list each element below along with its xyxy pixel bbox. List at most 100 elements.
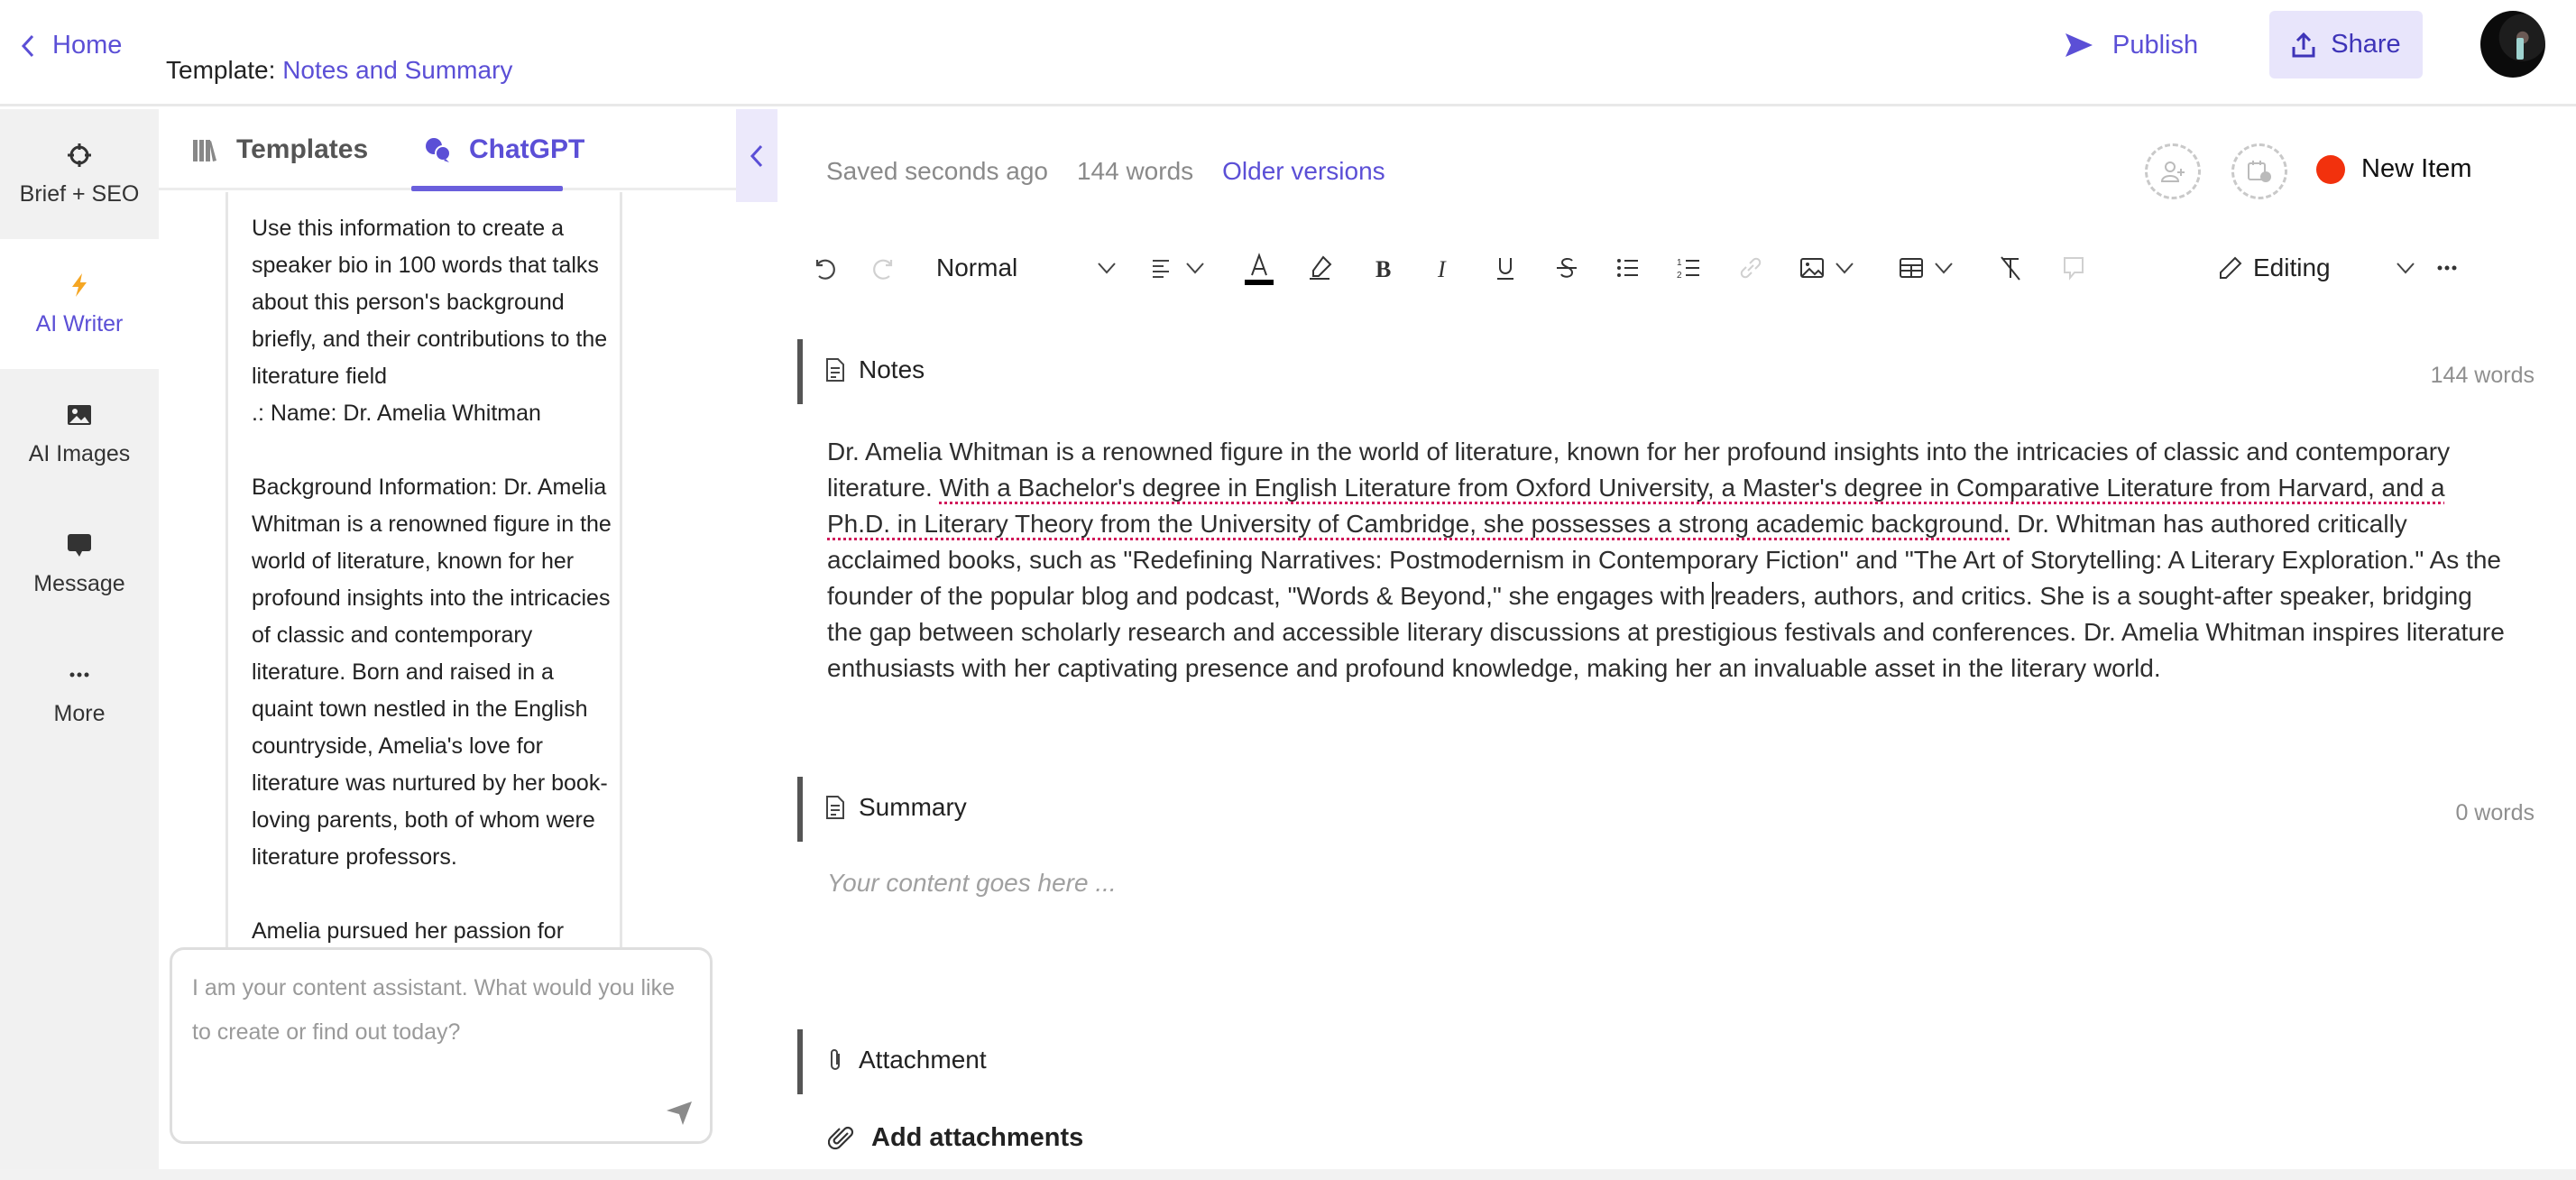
highlight-button[interactable] <box>1306 250 1333 286</box>
clear-format-icon <box>2001 256 2020 281</box>
chevron-down-icon <box>2397 263 2415 274</box>
lightning-icon <box>72 272 87 297</box>
add-attachments-label: Add attachments <box>871 1123 1084 1152</box>
attachment-title-label: Attachment <box>859 1046 987 1074</box>
chevron-down-icon <box>1186 263 1204 274</box>
clear-formatting-button[interactable] <box>1997 250 2024 286</box>
summary-title-label: Summary <box>859 793 967 821</box>
svg-text:2: 2 <box>1677 271 1682 281</box>
comment-icon <box>2064 257 2084 281</box>
editor: Saved seconds ago 144 words Older versio… <box>777 109 2576 1180</box>
template-name-link[interactable]: Notes and Summary <box>282 56 512 84</box>
publish-button[interactable]: Publish <box>2064 27 2198 63</box>
redo-icon <box>873 259 893 280</box>
item-status[interactable]: New Item <box>2316 154 2471 184</box>
message-icon <box>68 533 91 557</box>
align-button[interactable] <box>1149 250 1205 286</box>
upload-icon <box>2292 32 2315 57</box>
left-sidebar: Brief + SEO AI Writer AI Images Message … <box>0 109 159 1180</box>
publish-label: Publish <box>2112 30 2199 60</box>
notes-word-count: 144 words <box>2430 363 2535 388</box>
tab-chatgpt[interactable]: ChatGPT <box>424 134 584 165</box>
summary-word-count: 0 words <box>2455 800 2535 825</box>
sidebar-item-ai-images[interactable]: AI Images <box>0 369 159 499</box>
assign-user-button[interactable] <box>2145 143 2201 199</box>
send-icon[interactable] <box>665 1100 694 1127</box>
comment-button[interactable] <box>2060 250 2087 286</box>
svg-text:I: I <box>1437 256 1447 281</box>
chevron-left-icon <box>21 34 34 57</box>
saved-status: Saved seconds ago <box>826 157 1048 185</box>
text-style-select[interactable]: Normal <box>936 250 1117 286</box>
bullet-list-icon <box>1617 259 1638 277</box>
underline-button[interactable] <box>1492 250 1519 286</box>
share-button[interactable]: Share <box>2269 11 2423 78</box>
chevron-down-icon <box>1835 263 1854 274</box>
image-icon <box>1800 258 1824 278</box>
user-avatar[interactable] <box>2480 11 2545 78</box>
bold-icon: B <box>1375 256 1391 281</box>
send-icon <box>2065 33 2093 57</box>
bold-button[interactable]: B <box>1369 250 1396 286</box>
status-dot <box>2316 154 2345 184</box>
undo-button[interactable] <box>810 250 837 286</box>
word-count: 144 words <box>1076 157 1194 185</box>
more-icon <box>69 672 89 677</box>
bullet-list-button[interactable] <box>1615 250 1642 286</box>
add-user-icon <box>2160 161 2185 182</box>
summary-content[interactable]: Your content goes here ... <box>827 869 1117 898</box>
link-button[interactable] <box>1737 250 1764 286</box>
notes-title-label: Notes <box>859 355 925 383</box>
numbered-list-button[interactable]: 12 <box>1676 250 1703 286</box>
sidebar-item-label: Brief + SEO <box>19 180 140 207</box>
sidebar-item-message[interactable]: Message <box>0 499 159 629</box>
chat-panel: Templates ChatGPT Use this information t… <box>159 109 736 1180</box>
home-label: Home <box>52 31 123 60</box>
sidebar-item-more[interactable]: More <box>0 629 159 759</box>
chevron-down-icon <box>1098 263 1116 274</box>
chat-input[interactable]: I am your content assistant. What would … <box>170 947 713 1144</box>
notes-content[interactable]: Dr. Amelia Whitman is a renowned figure … <box>827 434 2505 687</box>
calendar-clock-icon <box>2248 161 2271 182</box>
template-indicator: Template: Notes and Summary <box>166 56 512 85</box>
chevron-left-icon <box>750 144 763 167</box>
document-icon <box>826 358 844 382</box>
older-versions-link[interactable]: Older versions <box>1222 157 1385 186</box>
pencil-icon <box>2220 256 2242 279</box>
paperclip-icon <box>831 1049 840 1070</box>
collapse-panel-button[interactable] <box>736 109 777 202</box>
chat-input-placeholder: I am your content assistant. What would … <box>192 975 675 1045</box>
insert-image-button[interactable] <box>1799 250 1854 286</box>
document-icon <box>826 796 844 819</box>
tab-templates[interactable]: Templates <box>191 134 368 165</box>
attachment-section-header: Attachment <box>797 1029 2538 1094</box>
more-options-button[interactable] <box>2433 250 2461 286</box>
sidebar-item-label: AI Images <box>28 440 131 466</box>
align-left-icon <box>1153 260 1169 278</box>
italic-icon: I <box>1437 256 1447 281</box>
insert-table-button[interactable] <box>1898 250 1954 286</box>
highlighter-icon <box>1310 255 1332 280</box>
svg-text:B: B <box>1375 256 1391 281</box>
italic-button[interactable]: I <box>1431 250 1458 286</box>
sidebar-item-ai-writer[interactable]: AI Writer <box>0 239 159 369</box>
share-label: Share <box>2331 30 2401 59</box>
editing-mode-select[interactable]: Editing <box>2217 250 2415 286</box>
font-color-button[interactable] <box>1241 250 1277 286</box>
attachment-title: Attachment <box>824 1046 987 1074</box>
section-bar <box>797 1029 803 1094</box>
editing-mode-value: Editing <box>2253 254 2331 281</box>
redo-button[interactable] <box>871 250 898 286</box>
add-attachments-button[interactable]: Add attachments <box>828 1123 1083 1153</box>
link-icon <box>1740 257 1762 279</box>
active-tab-indicator <box>411 186 563 191</box>
notes-title: Notes <box>824 355 925 384</box>
formatting-toolbar: Normal B I 12 Editing <box>810 241 2560 295</box>
bottom-strip <box>0 1169 2576 1180</box>
chat-message: Use this information to create a speaker… <box>225 192 622 1058</box>
schedule-button[interactable] <box>2231 143 2287 199</box>
sidebar-item-brief-seo[interactable]: Brief + SEO <box>0 109 159 239</box>
strikethrough-button[interactable] <box>1553 250 1580 286</box>
font-color-icon <box>1245 253 1274 285</box>
home-link[interactable]: Home <box>20 31 122 60</box>
